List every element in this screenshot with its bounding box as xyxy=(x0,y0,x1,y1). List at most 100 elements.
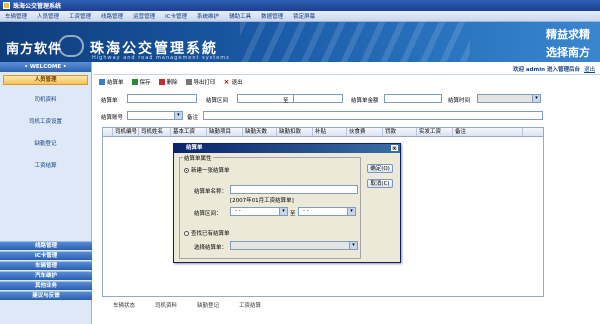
menu-item[interactable]: 车辆管理 xyxy=(5,12,27,20)
column-header[interactable]: 罚款 xyxy=(383,128,417,136)
tab-driver-info[interactable]: 司机资料 xyxy=(155,301,177,309)
sidebar: • WELCOME • 人员管理 司机资料 司机工资设置 缺勤登记 工资结算 线… xyxy=(0,62,92,324)
ok-button[interactable]: 确定(O) xyxy=(367,164,393,173)
column-header[interactable]: 基本工资 xyxy=(171,128,207,136)
settle-time-select[interactable]: ▾ xyxy=(477,94,541,103)
menu-bar: 车辆管理 人员管理 工资管理 线路管理 运营管理 IC卡管理 系统维护 辅助工具… xyxy=(0,11,600,22)
banner-road-graphic xyxy=(240,22,470,62)
welcome-header: • WELCOME • xyxy=(0,62,91,72)
period-to-label: 至 xyxy=(283,98,289,104)
logout-link[interactable]: 退出 xyxy=(584,65,595,73)
column-header[interactable]: 备注 xyxy=(453,128,523,136)
window-title: 珠海公交管理系统 xyxy=(13,3,62,10)
sidebar-item-salary-setting[interactable]: 司机工资设置 xyxy=(0,115,91,129)
header-banner: 南方软件 珠海公交管理系統 Highway and road managemen… xyxy=(0,22,600,62)
menu-item[interactable]: 系统维护 xyxy=(197,12,219,20)
account-label: 结算账号 xyxy=(101,115,124,121)
dialog-period-to-label: 至 xyxy=(290,211,296,217)
tab-salary-settle[interactable]: 工资结算 xyxy=(239,301,261,309)
settle-no-input[interactable] xyxy=(127,94,197,103)
sidebar-group-active[interactable]: 人员管理 xyxy=(3,75,88,85)
settlement-name-hint: [2007年01月工资结算单] xyxy=(230,198,294,204)
menu-item[interactable]: 辅助工具 xyxy=(229,12,251,20)
dialog-period-from-select[interactable]: - - ▾ xyxy=(230,207,288,216)
sidebar-group[interactable]: IC卡管理 xyxy=(0,251,92,260)
cancel-button[interactable]: 取消(C) xyxy=(367,179,393,188)
radio-unselected-icon xyxy=(184,230,189,236)
new-icon xyxy=(99,79,105,85)
dialog-period-to-select[interactable]: - - ▾ xyxy=(298,207,356,216)
chevron-down-icon: ▾ xyxy=(532,95,540,102)
settlement-name-input[interactable] xyxy=(230,185,358,194)
period-label: 结算区间 xyxy=(206,98,229,104)
bottom-tabs: 车辆状态 司机资料 缺勤登记 工资结算 xyxy=(93,300,600,310)
radio-selected-icon xyxy=(184,167,189,173)
save-icon xyxy=(131,79,138,85)
chevron-down-icon: ▾ xyxy=(279,208,287,215)
exit-button[interactable]: × 退出 xyxy=(223,78,243,87)
chevron-down-icon: ▾ xyxy=(349,242,357,249)
column-header[interactable]: 司机姓名 xyxy=(139,128,171,136)
column-header[interactable]: 伙食费 xyxy=(347,128,383,136)
sidebar-group[interactable]: 建议与反馈 xyxy=(0,291,92,300)
top-info-bar: 欢迎 admin 进入管理后台 退出 xyxy=(93,62,600,75)
column-header[interactable]: 缺勤天数 xyxy=(243,128,277,136)
settle-no-label: 结算单 xyxy=(101,98,118,104)
tab-vehicle-status[interactable]: 车辆状态 xyxy=(113,301,135,309)
print-icon xyxy=(185,79,192,85)
menu-item[interactable]: 人员管理 xyxy=(37,12,59,20)
sidebar-item-salary-settle[interactable]: 工资结算 xyxy=(0,159,91,173)
slogan-line-1: 精益求精 xyxy=(546,28,590,41)
remark-input[interactable] xyxy=(203,111,543,120)
delete-button[interactable]: 删除 xyxy=(158,78,178,86)
slogan-line-2: 选择南方 xyxy=(546,46,590,59)
settle-time-label: 结算时间 xyxy=(448,98,471,104)
dialog-fieldset: 结算单属性 新建一张结算单 结算单名称： [2007年01月工资结算单] 结算区… xyxy=(179,154,361,259)
sidebar-item-driver-info[interactable]: 司机资料 xyxy=(0,93,91,107)
close-icon: × xyxy=(223,78,230,86)
sidebar-group[interactable]: 其他业务 xyxy=(0,281,92,290)
chevron-down-icon: ▾ xyxy=(174,112,182,119)
amount-input[interactable] xyxy=(384,94,442,103)
sidebar-group[interactable]: 车辆管理 xyxy=(0,261,92,270)
toolbar: 结算单 保存 删除 导出打印 × 退出 xyxy=(93,76,600,88)
column-header[interactable]: 实发工资 xyxy=(417,128,453,136)
existing-settlement-radio[interactable]: 查找已有结算单 xyxy=(184,229,230,237)
column-header[interactable]: 缺勤扣款 xyxy=(277,128,313,136)
menu-item[interactable]: 锁定屏幕 xyxy=(293,12,315,20)
sidebar-item-absence[interactable]: 缺勤登记 xyxy=(0,137,91,151)
tab-absence[interactable]: 缺勤登记 xyxy=(197,301,219,309)
system-subtitle: Highway and road management systems xyxy=(92,55,230,61)
period-to-input[interactable] xyxy=(293,94,343,103)
chevron-down-icon: ▾ xyxy=(347,208,355,215)
column-header[interactable]: 司机编号 xyxy=(113,128,139,136)
menu-item[interactable]: 数据管理 xyxy=(261,12,283,20)
column-header xyxy=(103,128,113,136)
new-settlement-radio[interactable]: 新建一张结算单 xyxy=(184,166,230,174)
remark-label: 备注 xyxy=(187,115,199,121)
menu-item[interactable]: IC卡管理 xyxy=(165,12,187,20)
new-settlement-button[interactable]: 结算单 xyxy=(99,78,124,86)
delete-icon xyxy=(158,79,165,85)
amount-label: 结算单金额 xyxy=(351,98,379,104)
account-select[interactable]: ▾ xyxy=(127,111,183,120)
dialog-title: 结算单 xyxy=(186,145,203,151)
save-button[interactable]: 保存 xyxy=(131,78,151,86)
sidebar-group[interactable]: 线路管理 xyxy=(0,241,92,250)
window-title-bar: 珠海公交管理系统 xyxy=(0,0,600,11)
menu-item[interactable]: 运营管理 xyxy=(133,12,155,20)
menu-item[interactable]: 工资管理 xyxy=(69,12,91,20)
menu-item[interactable]: 线路管理 xyxy=(101,12,123,20)
close-icon[interactable]: × xyxy=(391,145,398,152)
column-header[interactable]: 补贴 xyxy=(313,128,347,136)
dialog-select-label: 选择结算单： xyxy=(194,245,228,251)
dialog-name-label: 结算单名称： xyxy=(194,189,228,195)
welcome-user-text: 欢迎 admin 进入管理后台 xyxy=(512,67,580,73)
column-header[interactable]: 缺勤项目 xyxy=(207,128,243,136)
dialog-period-label: 结算区间： xyxy=(194,211,222,217)
export-print-button[interactable]: 导出打印 xyxy=(185,78,216,86)
sidebar-group[interactable]: 汽车维护 xyxy=(0,271,92,280)
existing-settlement-select[interactable]: ▾ xyxy=(230,241,358,250)
settlement-dialog: 结算单 × 结算单属性 新建一张结算单 结算单名称： [2007年01月工资结算… xyxy=(173,143,401,263)
grid-header: 司机编号 司机姓名 基本工资 缺勤项目 缺勤天数 缺勤扣款 补贴 伙食费 罚款 … xyxy=(103,128,543,137)
